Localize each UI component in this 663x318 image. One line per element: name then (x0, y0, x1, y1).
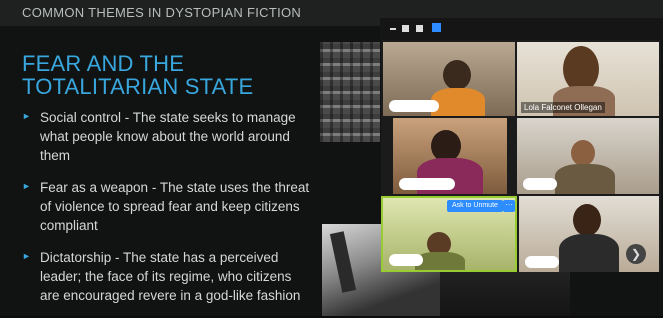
participant-name: Lola Falconet Ollegan (521, 102, 605, 113)
bullet-item: ► Dictatorship - The state has a perceiv… (22, 248, 312, 305)
bullet-item: ► Fear as a weapon - The state uses the … (22, 178, 312, 235)
participant-name-redaction (389, 254, 423, 266)
gallery-toolbar (380, 18, 663, 40)
bullet-text: Dictatorship - The state has a perceived… (40, 250, 301, 303)
participant-tile[interactable] (383, 42, 515, 116)
participant-tile[interactable]: Lola Falconet Ollegan (517, 42, 659, 116)
participant-tile[interactable] (517, 118, 659, 194)
ask-to-unmute-button[interactable]: Ask to Unmute (447, 200, 503, 212)
bullet-arrow-icon: ► (22, 111, 31, 121)
crowd-photo (440, 270, 570, 316)
slide-title: FEAR AND THE TOTALITARIAN STATE (22, 51, 254, 99)
bullet-arrow-icon: ► (22, 181, 31, 191)
more-options-button[interactable]: ··· (503, 200, 515, 212)
participant-body (431, 88, 485, 116)
participant-head (443, 60, 471, 90)
slide-header-text: COMMON THEMES IN DYSTOPIAN FICTION (22, 5, 302, 20)
participant-name-redaction (523, 178, 557, 190)
grid-view-icon[interactable] (432, 23, 441, 32)
bullet-text: Social control - The state seeks to mana… (40, 110, 296, 163)
participant-body (559, 234, 619, 272)
participant-tile[interactable] (393, 118, 507, 194)
bullet-text: Fear as a weapon - The state uses the th… (40, 180, 310, 233)
participant-body (555, 164, 615, 194)
participant-name-redaction (389, 100, 439, 112)
chevron-right-icon[interactable]: ❯ (626, 244, 646, 264)
building-photo (320, 42, 380, 142)
participant-tile-active-speaker[interactable]: Ask to Unmute ··· (381, 196, 517, 272)
bullet-arrow-icon: ► (22, 251, 31, 261)
speaker-view-icon[interactable] (402, 25, 409, 32)
participant-head (571, 140, 595, 166)
gallery-view-icon[interactable] (416, 25, 423, 32)
participant-name-redaction (399, 178, 455, 190)
minimize-icon[interactable] (390, 28, 396, 30)
bullet-item: ► Social control - The state seeks to ma… (22, 108, 312, 165)
participant-head (573, 204, 601, 236)
participant-name-redaction (525, 256, 559, 268)
bullet-list: ► Social control - The state seeks to ma… (22, 108, 312, 318)
video-gallery: Lola Falconet Ollegan Ask to Unmute ··· (381, 40, 661, 272)
